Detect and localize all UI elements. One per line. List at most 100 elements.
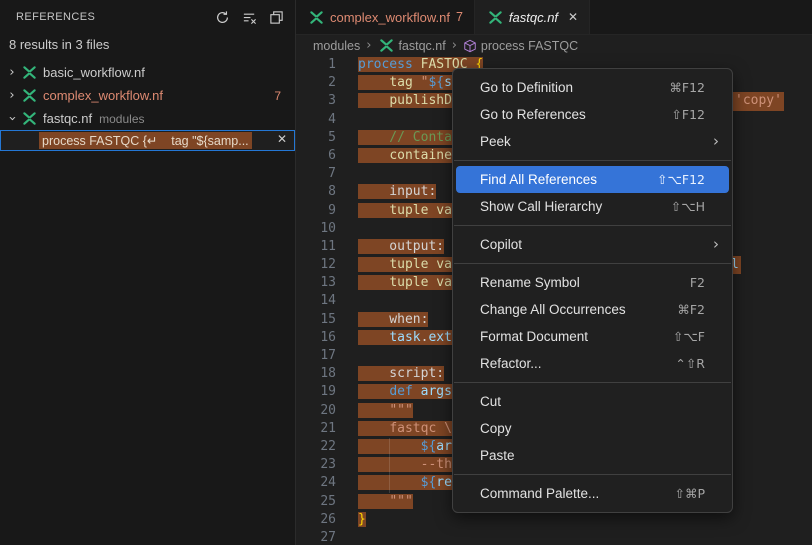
menu-item-format-document[interactable]: Format Document⇧⌥F [456, 323, 729, 350]
menu-separator [454, 474, 731, 475]
code-line[interactable]: 26} [296, 511, 812, 529]
code-token: process [358, 57, 413, 72]
results-summary: 8 results in 3 files [0, 34, 295, 61]
refresh-icon[interactable] [211, 6, 233, 28]
indent-guide [389, 474, 390, 492]
chevron-right-icon: › [4, 88, 20, 103]
menu-item-find-all-references[interactable]: Find All References⇧⌥F12 [456, 166, 729, 193]
code-token: va [436, 275, 452, 290]
line-content: tag "${s [358, 75, 452, 90]
menu-item-refactor[interactable]: Refactor...⌃⇧R [456, 350, 729, 377]
code-fragment: 'copy' [733, 92, 784, 110]
code-line[interactable]: 27 [296, 529, 812, 545]
selected-reference-item[interactable]: process FASTQC {↵ tag "${samp... ✕ [0, 130, 295, 151]
submenu-arrow-icon: › [713, 237, 719, 252]
menu-item-label: Paste [480, 448, 515, 463]
code-token [358, 257, 389, 272]
line-content: publishD [358, 93, 452, 108]
nextflow-icon [22, 111, 37, 126]
menu-item-copilot[interactable]: Copilot› [456, 231, 729, 258]
code-token: re [436, 475, 452, 490]
nextflow-icon [309, 10, 324, 25]
menu-separator [454, 225, 731, 226]
menu-item-go-to-references[interactable]: Go to References⇧F12 [456, 101, 729, 128]
breadcrumb-modules[interactable]: modules [313, 39, 360, 53]
code-token: """ [389, 494, 412, 509]
file-result-complex_workflow-nf[interactable]: ›complex_workflow.nf7 [0, 84, 295, 107]
nextflow-icon [488, 10, 503, 25]
references-panel-toolbar [211, 6, 287, 28]
code-token: publishD [389, 93, 452, 108]
file-name: basic_workflow.nf [43, 65, 145, 80]
line-number: 24 [296, 474, 336, 492]
code-token: va [436, 203, 452, 218]
file-result-fastqc-nf[interactable]: ›fastqc.nfmodules [0, 107, 295, 130]
menu-item-show-call-hierarchy[interactable]: Show Call Hierarchy⇧⌥H [456, 193, 729, 220]
menu-item-shortcut: ⇧F12 [671, 107, 719, 122]
line-number: 18 [296, 365, 336, 383]
code-token: containe [389, 148, 452, 163]
line-content: when: [358, 312, 428, 327]
file-result-basic_workflow-nf[interactable]: › basic_workflow.nf [0, 61, 295, 84]
line-content: ${re [358, 475, 452, 490]
menu-item-cut[interactable]: Cut [456, 388, 729, 415]
code-token: when: [358, 312, 428, 327]
code-token [358, 275, 389, 290]
line-content: output: [358, 239, 444, 254]
menu-item-command-palette[interactable]: Command Palette...⇧⌘P [456, 480, 729, 507]
menu-item-peek[interactable]: Peek› [456, 128, 729, 155]
code-token: tuple [389, 257, 428, 272]
line-content: --th [358, 457, 452, 472]
code-token [358, 494, 389, 509]
line-number: 27 [296, 529, 336, 545]
code-token [358, 384, 389, 399]
code-token: ext [428, 330, 451, 345]
code-token [358, 148, 389, 163]
menu-separator [454, 160, 731, 161]
references-panel-header: REFERENCES [0, 0, 295, 34]
breadcrumb-process-fastqc[interactable]: process FASTQC [463, 39, 578, 53]
line-content: """ [358, 403, 413, 418]
tab-label: fastqc.nf [509, 10, 558, 25]
reference-file-list: ›basic_workflow.nf›complex_workflow.nf7›… [0, 61, 295, 130]
close-tab-icon[interactable]: ✕ [568, 10, 578, 24]
line-content: task.ext [358, 330, 452, 345]
line-number: 20 [296, 402, 336, 420]
menu-item-shortcut: ⌘F12 [669, 80, 719, 95]
line-content: } [358, 512, 366, 527]
menu-item-go-to-definition[interactable]: Go to Definition⌘F12 [456, 74, 729, 101]
chevron-right-icon: › [4, 65, 20, 80]
menu-separator [454, 382, 731, 383]
line-number: 13 [296, 274, 336, 292]
indent-guide [389, 456, 390, 474]
line-content: tuple va [358, 203, 452, 218]
indent-guide [389, 438, 390, 456]
code-token [413, 57, 421, 72]
menu-item-copy[interactable]: Copy [456, 415, 729, 442]
code-token: tuple [389, 275, 428, 290]
code-token: output: [358, 239, 444, 254]
dismiss-reference-icon[interactable]: ✕ [277, 132, 287, 146]
menu-item-rename-symbol[interactable]: Rename SymbolF2 [456, 269, 729, 296]
line-number: 5 [296, 129, 336, 147]
menu-item-label: Find All References [480, 172, 597, 187]
menu-item-label: Refactor... [480, 356, 542, 371]
line-number: 26 [296, 511, 336, 529]
collapse-all-icon[interactable] [265, 6, 287, 28]
reference-match-text: process FASTQC {↵ tag "${samp... [39, 132, 252, 149]
tab-fastqc[interactable]: fastqc.nf ✕ [475, 0, 590, 34]
menu-item-paste[interactable]: Paste [456, 442, 729, 469]
code-token: } [358, 512, 366, 527]
breadcrumb-fastqc[interactable]: fastqc.nf [377, 38, 445, 53]
menu-item-label: Rename Symbol [480, 275, 580, 290]
line-number: 2 [296, 74, 336, 92]
menu-item-change-all-occurrences[interactable]: Change All Occurrences⌘F2 [456, 296, 729, 323]
nextflow-icon [22, 88, 37, 103]
clear-results-icon[interactable] [238, 6, 260, 28]
menu-item-label: Show Call Hierarchy [480, 199, 602, 214]
menu-item-label: Copy [480, 421, 512, 436]
line-number: 25 [296, 493, 336, 511]
chevron-down-icon: › [5, 111, 20, 127]
tab-complex-workflow[interactable]: complex_workflow.nf 7 [296, 0, 475, 34]
breadcrumb-separator: › [366, 38, 371, 53]
